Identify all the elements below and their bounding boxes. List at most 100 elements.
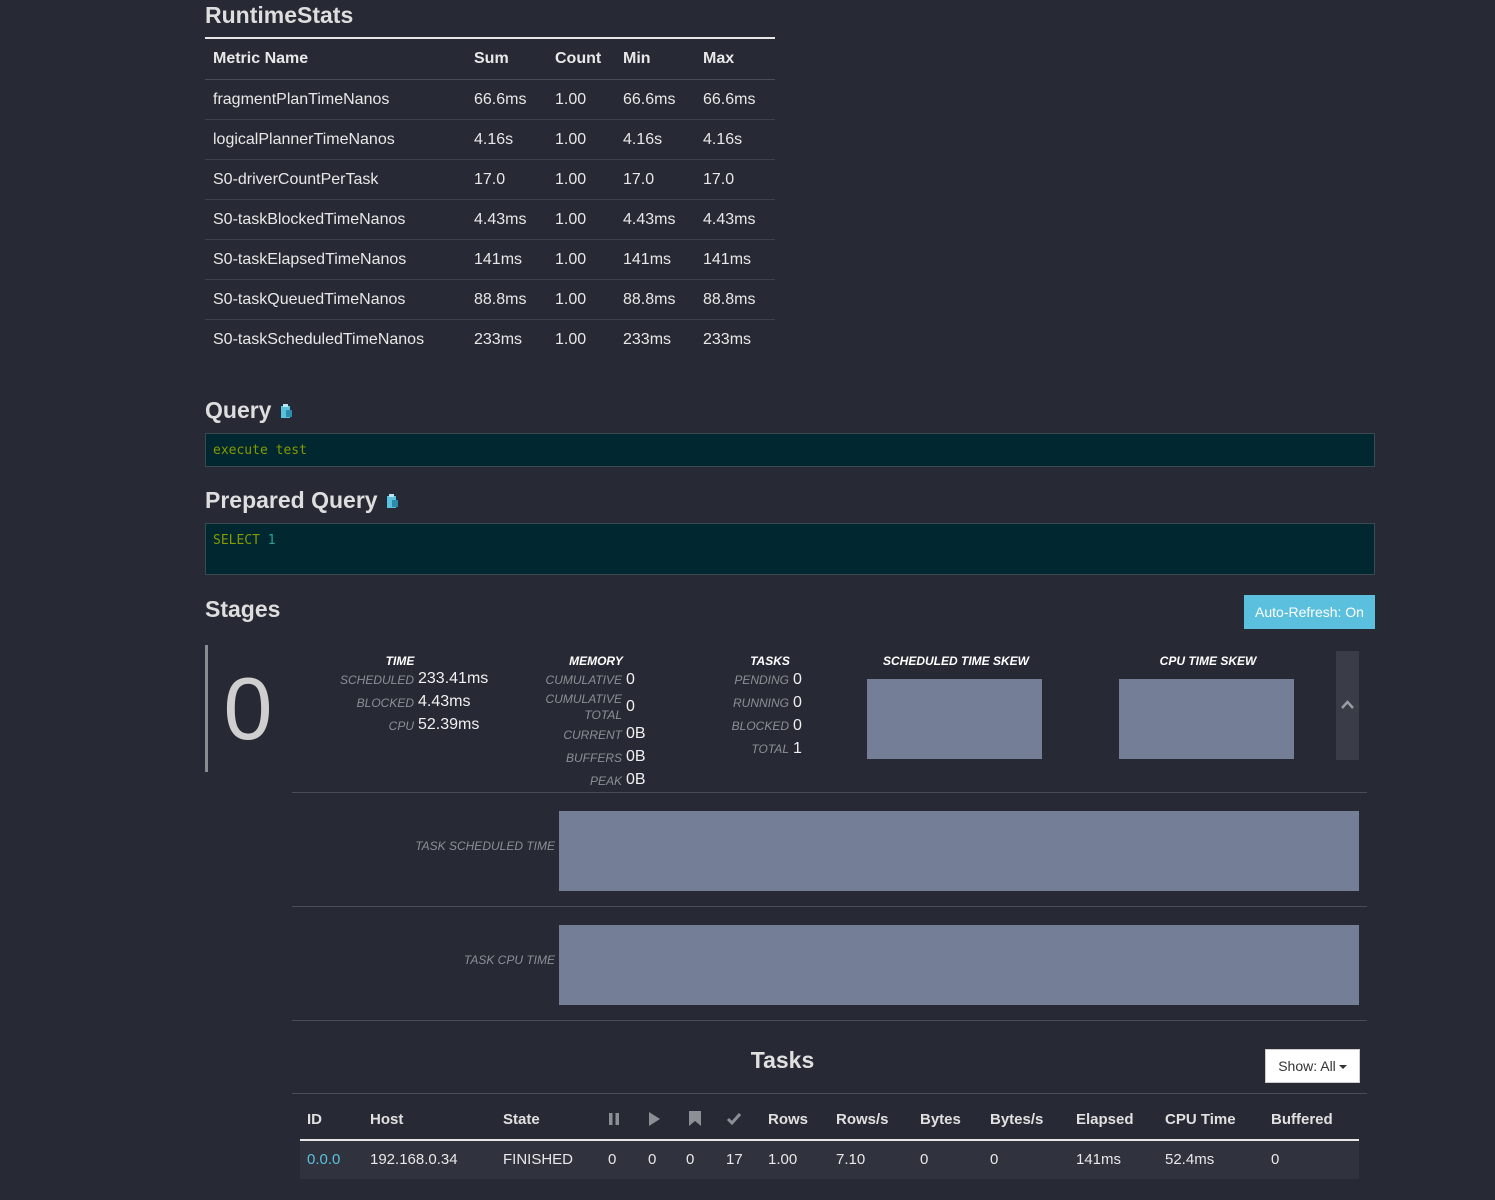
blocked-tasks-value: 0 (793, 717, 802, 734)
stages-title: Stages (205, 596, 281, 622)
sql-number: 1 (267, 533, 276, 548)
blocked-value: 4.43ms (418, 693, 471, 710)
metric-count: 1.00 (547, 279, 615, 320)
metric-sum: 4.43ms (466, 199, 547, 240)
cumulative-total-label-2: TOTAL (584, 708, 622, 722)
buffers-label: BUFFERS (565, 751, 622, 765)
caret-down-icon (1338, 1065, 1347, 1070)
scheduled-label: SCHEDULED (339, 673, 414, 687)
task-cpu-time-chart (559, 925, 1359, 1005)
metric-name: S0-taskElapsedTimeNanos (205, 239, 466, 280)
divider (292, 906, 1367, 907)
task-id-link[interactable]: 0.0.0 (307, 1151, 340, 1168)
tasks-col-state[interactable]: State (503, 1111, 540, 1128)
prepared-query-code-block: SELECT 1 (205, 523, 1375, 575)
pending-value: 0 (793, 671, 802, 688)
task-cpu-time: 52.4ms (1165, 1151, 1215, 1168)
cpu-label: CPU (388, 719, 414, 733)
task-scheduled-time-chart (559, 811, 1359, 891)
query-text: execute test (213, 443, 307, 458)
task-cpu-time-label: TASK CPU TIME (463, 953, 555, 967)
metric-count: 1.00 (547, 199, 615, 240)
tasks-col-elapsed[interactable]: Elapsed (1076, 1111, 1134, 1128)
cumulative-label: CUMULATIVE (545, 673, 622, 687)
metric-name: S0-driverCountPerTask (205, 159, 466, 200)
task-host: 192.168.0.34 (370, 1151, 458, 1168)
bookmark-icon[interactable] (689, 1111, 701, 1130)
metric-name: S0-taskScheduledTimeNanos (213, 330, 425, 348)
tasks-col-rows[interactable]: Rows (768, 1111, 808, 1128)
peak-value: 0B (626, 771, 646, 788)
task-bytes: 0 (920, 1151, 929, 1168)
table-row: S0-taskQueuedTimeNanos 88.8ms 1.00 88.8m… (205, 279, 775, 320)
task-queued-splits: 0 (608, 1151, 617, 1168)
metric-max: 141ms (695, 239, 775, 280)
current-value: 0B (626, 725, 646, 742)
tasks-col-bytes-per-sec[interactable]: Bytes/s (990, 1111, 1043, 1128)
table-row: S0-taskBlockedTimeNanos 4.43ms 1.00 4.43… (205, 199, 775, 240)
metric-sum: 88.8ms (466, 279, 547, 320)
auto-refresh-button[interactable]: Auto-Refresh: On (1244, 595, 1375, 629)
metric-name: fragmentPlanTimeNanos (205, 79, 466, 120)
copy-clipboard-icon[interactable] (386, 493, 399, 514)
cpu-value: 52.39ms (418, 716, 480, 733)
tasks-col-bytes[interactable]: Bytes (920, 1111, 961, 1128)
table-row: logicalPlannerTimeNanos 4.16s 1.00 4.16s… (205, 119, 775, 160)
metric-max: 17.0 (695, 159, 775, 200)
metric-min: 66.6ms (615, 79, 695, 120)
metric-max: 233ms (703, 330, 752, 348)
metric-count: 1.00 (547, 119, 615, 160)
table-row: S0-driverCountPerTask 17.0 1.00 17.0 17.… (205, 159, 775, 200)
blocked-tasks-label: BLOCKED (731, 719, 789, 733)
scheduled-value: 233.41ms (418, 670, 489, 687)
tasks-col-host[interactable]: Host (370, 1111, 403, 1128)
task-bytes-per-sec: 0 (990, 1151, 999, 1168)
tasks-title: Tasks (750, 1047, 815, 1073)
task-finished-splits: 17 (726, 1151, 743, 1168)
show-filter-dropdown[interactable]: Show: All (1265, 1049, 1360, 1083)
check-icon[interactable] (726, 1112, 742, 1130)
metric-max: 4.43ms (695, 199, 775, 240)
memory-heading: MEMORY (569, 654, 623, 668)
metric-sum: 4.16s (466, 119, 547, 160)
collapse-stage-button[interactable] (1336, 651, 1359, 760)
metric-min: 4.16s (615, 119, 695, 160)
tasks-col-cpu-time[interactable]: CPU Time (1165, 1111, 1236, 1128)
metric-sum: 17.0 (466, 159, 547, 200)
show-filter-label: Show: All (1278, 1058, 1336, 1074)
cpu-time-skew-chart (1119, 679, 1294, 759)
metric-min: 141ms (615, 239, 695, 280)
time-heading: TIME (385, 654, 415, 668)
task-rows-per-sec: 7.10 (836, 1151, 866, 1168)
total-label: TOTAL (751, 742, 789, 756)
buffers-value: 0B (626, 748, 646, 765)
query-title: Query (205, 397, 272, 423)
copy-clipboard-icon[interactable] (280, 403, 293, 424)
tasks-col-id[interactable]: ID (307, 1111, 322, 1128)
metric-count: 1.00 (547, 79, 615, 120)
table-row: S0-taskElapsedTimeNanos 141ms 1.00 141ms… (205, 239, 775, 280)
cumulative-total-label-1: CUMULATIVE (545, 692, 622, 706)
metric-min: 233ms (623, 330, 672, 348)
stage-id[interactable]: 0 (205, 645, 288, 772)
metric-count: 1.00 (547, 159, 615, 200)
query-header: Query (205, 397, 293, 424)
metric-min: 88.8ms (615, 279, 695, 320)
column-header: Min (615, 37, 695, 80)
tasks-col-buffered[interactable]: Buffered (1271, 1111, 1333, 1128)
column-header: Max (695, 37, 775, 80)
task-scheduled-time-label: TASK SCHEDULED TIME (415, 839, 555, 853)
column-header: Metric Name (205, 37, 466, 80)
table-row: S0-taskScheduledTimeNanos 233ms 1.00 233… (205, 320, 775, 360)
cumulative-total-value: 0 (626, 698, 635, 715)
metric-max: 66.6ms (695, 79, 775, 120)
table-row: fragmentPlanTimeNanos 66.6ms 1.00 66.6ms… (205, 79, 775, 120)
tasks-col-rows-per-sec[interactable]: Rows/s (836, 1111, 889, 1128)
divider (292, 792, 1367, 793)
play-icon[interactable] (648, 1112, 661, 1130)
pause-icon[interactable] (608, 1112, 620, 1130)
cumulative-value: 0 (626, 671, 635, 688)
task-buffered: 0 (1271, 1151, 1280, 1168)
tasks-heading: TASKS (750, 654, 790, 668)
pending-label: PENDING (734, 673, 789, 687)
